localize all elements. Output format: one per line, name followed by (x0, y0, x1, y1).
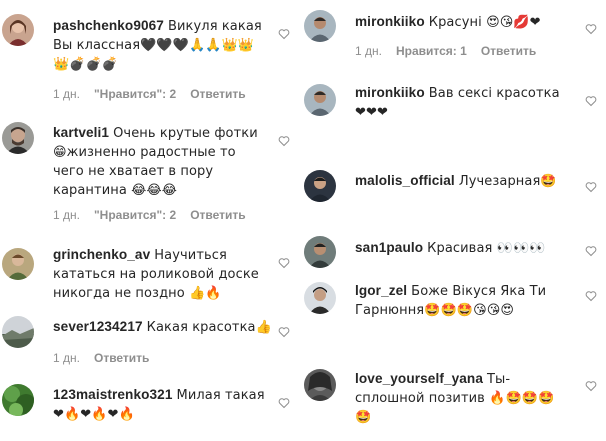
comment: lgor_zel Боже Вікуся Яка Ти Гарнюння🤩🤩🤩😘😘… (302, 278, 606, 358)
like-heart-icon[interactable] (278, 28, 292, 42)
avatar[interactable] (2, 384, 34, 416)
comment: mironkiiko Вав сексі красотка ❤❤❤ (302, 76, 606, 156)
comment-body: Лучезарная🤩 (458, 174, 557, 189)
comment-meta: 1 дн. "Нравится": 2 Ответить (53, 208, 260, 222)
avatar[interactable] (304, 84, 336, 116)
like-heart-icon[interactable] (585, 95, 599, 109)
comment-username[interactable]: lgor_zel (355, 283, 407, 298)
like-heart-icon[interactable] (585, 181, 599, 195)
comment: malolis_official Лучезарная🤩 (302, 162, 606, 222)
comment: san1paulo Красивая 👀👀👀 (302, 232, 606, 278)
comment-body: Какая красотка👍 (146, 320, 272, 335)
comment-meta: 1 дн. "Нравится": 2 Ответить (53, 87, 260, 101)
avatar[interactable] (304, 236, 336, 268)
comment-meta: 1 дн. Ответить (53, 351, 163, 365)
comment-time[interactable]: 1 дн. (53, 208, 80, 222)
comment-time[interactable]: 1 дн. (355, 44, 382, 58)
reply-button[interactable]: Ответить (190, 87, 245, 101)
reply-button[interactable]: Ответить (190, 208, 245, 222)
comment-username[interactable]: kartveli1 (53, 125, 109, 140)
comment-username[interactable]: mironkiiko (355, 14, 425, 29)
avatar[interactable] (304, 282, 336, 314)
comment: pashchenko9067 Викуля какая Вы классная🖤🖤… (0, 0, 300, 105)
comment-likes[interactable]: "Нравится": 2 (94, 87, 176, 101)
reply-button[interactable]: Ответить (94, 351, 149, 365)
comment-text: malolis_official Лучезарная🤩 (355, 172, 580, 191)
avatar[interactable] (2, 316, 34, 348)
avatar[interactable] (2, 14, 34, 46)
like-heart-icon[interactable] (585, 245, 599, 259)
like-heart-icon[interactable] (585, 23, 599, 37)
avatar[interactable] (304, 10, 336, 42)
comment-text: san1paulo Красивая 👀👀👀 (355, 239, 580, 258)
comment-username[interactable]: sever1234217 (53, 319, 143, 334)
comment-username[interactable]: love_yourself_yana (355, 371, 483, 386)
comment-body: Красуні 😍😘💋❤ (428, 15, 541, 30)
comment-likes[interactable]: Нравится: 1 (396, 44, 467, 58)
comment-text: pashchenko9067 Викуля какая Вы классная🖤🖤… (53, 17, 268, 74)
comment-time[interactable]: 1 дн. (53, 87, 80, 101)
like-heart-icon[interactable] (278, 257, 292, 271)
comment: sever1234217 Какая красотка👍 1 дн. Ответит… (0, 308, 300, 368)
comment-username[interactable]: pashchenko9067 (53, 18, 164, 33)
comment-username[interactable]: san1paulo (355, 240, 423, 255)
comment-likes[interactable]: "Нравится": 2 (94, 208, 176, 222)
avatar[interactable] (2, 248, 34, 280)
avatar[interactable] (2, 122, 34, 154)
comment: grinchenko_av Научиться кататься на ролик… (0, 240, 300, 305)
comment: kartveli1 Очень крутые фотки 😁жизненно ра… (0, 114, 300, 234)
comment-username[interactable]: grinchenko_av (53, 247, 150, 262)
comment-text: kartveli1 Очень крутые фотки 😁жизненно ра… (53, 124, 268, 200)
like-heart-icon[interactable] (278, 135, 292, 149)
comment-body: Красивая 👀👀👀 (427, 241, 546, 256)
comment-text: sever1234217 Какая красотка👍 (53, 318, 278, 337)
comment-username[interactable]: malolis_official (355, 173, 455, 188)
comment: 123maistrenko321 Милая такая ❤🔥❤🔥❤🔥 (0, 376, 300, 441)
comment-text: love_yourself_yana Ты-сплошной позитив 🔥🤩… (355, 370, 560, 427)
avatar[interactable] (304, 170, 336, 202)
like-heart-icon[interactable] (278, 326, 292, 340)
comment: love_yourself_yana Ты-сплошной позитив 🔥🤩… (302, 364, 606, 441)
comment-text: 123maistrenko321 Милая такая ❤🔥❤🔥❤🔥 (53, 386, 268, 424)
like-heart-icon[interactable] (278, 397, 292, 411)
like-heart-icon[interactable] (585, 380, 599, 394)
comment-text: mironkiiko Вав сексі красотка ❤❤❤ (355, 84, 565, 122)
comment-text: grinchenko_av Научиться кататься на ролик… (53, 246, 268, 303)
comment-meta: 1 дн. Нравится: 1 Ответить (355, 44, 550, 58)
comment-time[interactable]: 1 дн. (53, 351, 80, 365)
comment-username[interactable]: mironkiiko (355, 85, 425, 100)
reply-button[interactable]: Ответить (481, 44, 536, 58)
comment: mironkiiko Красуні 😍😘💋❤ 1 дн. Нравится: 1 О… (302, 0, 606, 70)
avatar[interactable] (304, 369, 336, 401)
comment-text: mironkiiko Красуні 😍😘💋❤ (355, 13, 580, 32)
comment-text: lgor_zel Боже Вікуся Яка Ти Гарнюння🤩🤩🤩😘😘… (355, 282, 560, 320)
like-heart-icon[interactable] (585, 290, 599, 304)
comments-page: pashchenko9067 Викуля какая Вы классная🖤🖤… (0, 0, 606, 441)
comment-username[interactable]: 123maistrenko321 (53, 387, 173, 402)
